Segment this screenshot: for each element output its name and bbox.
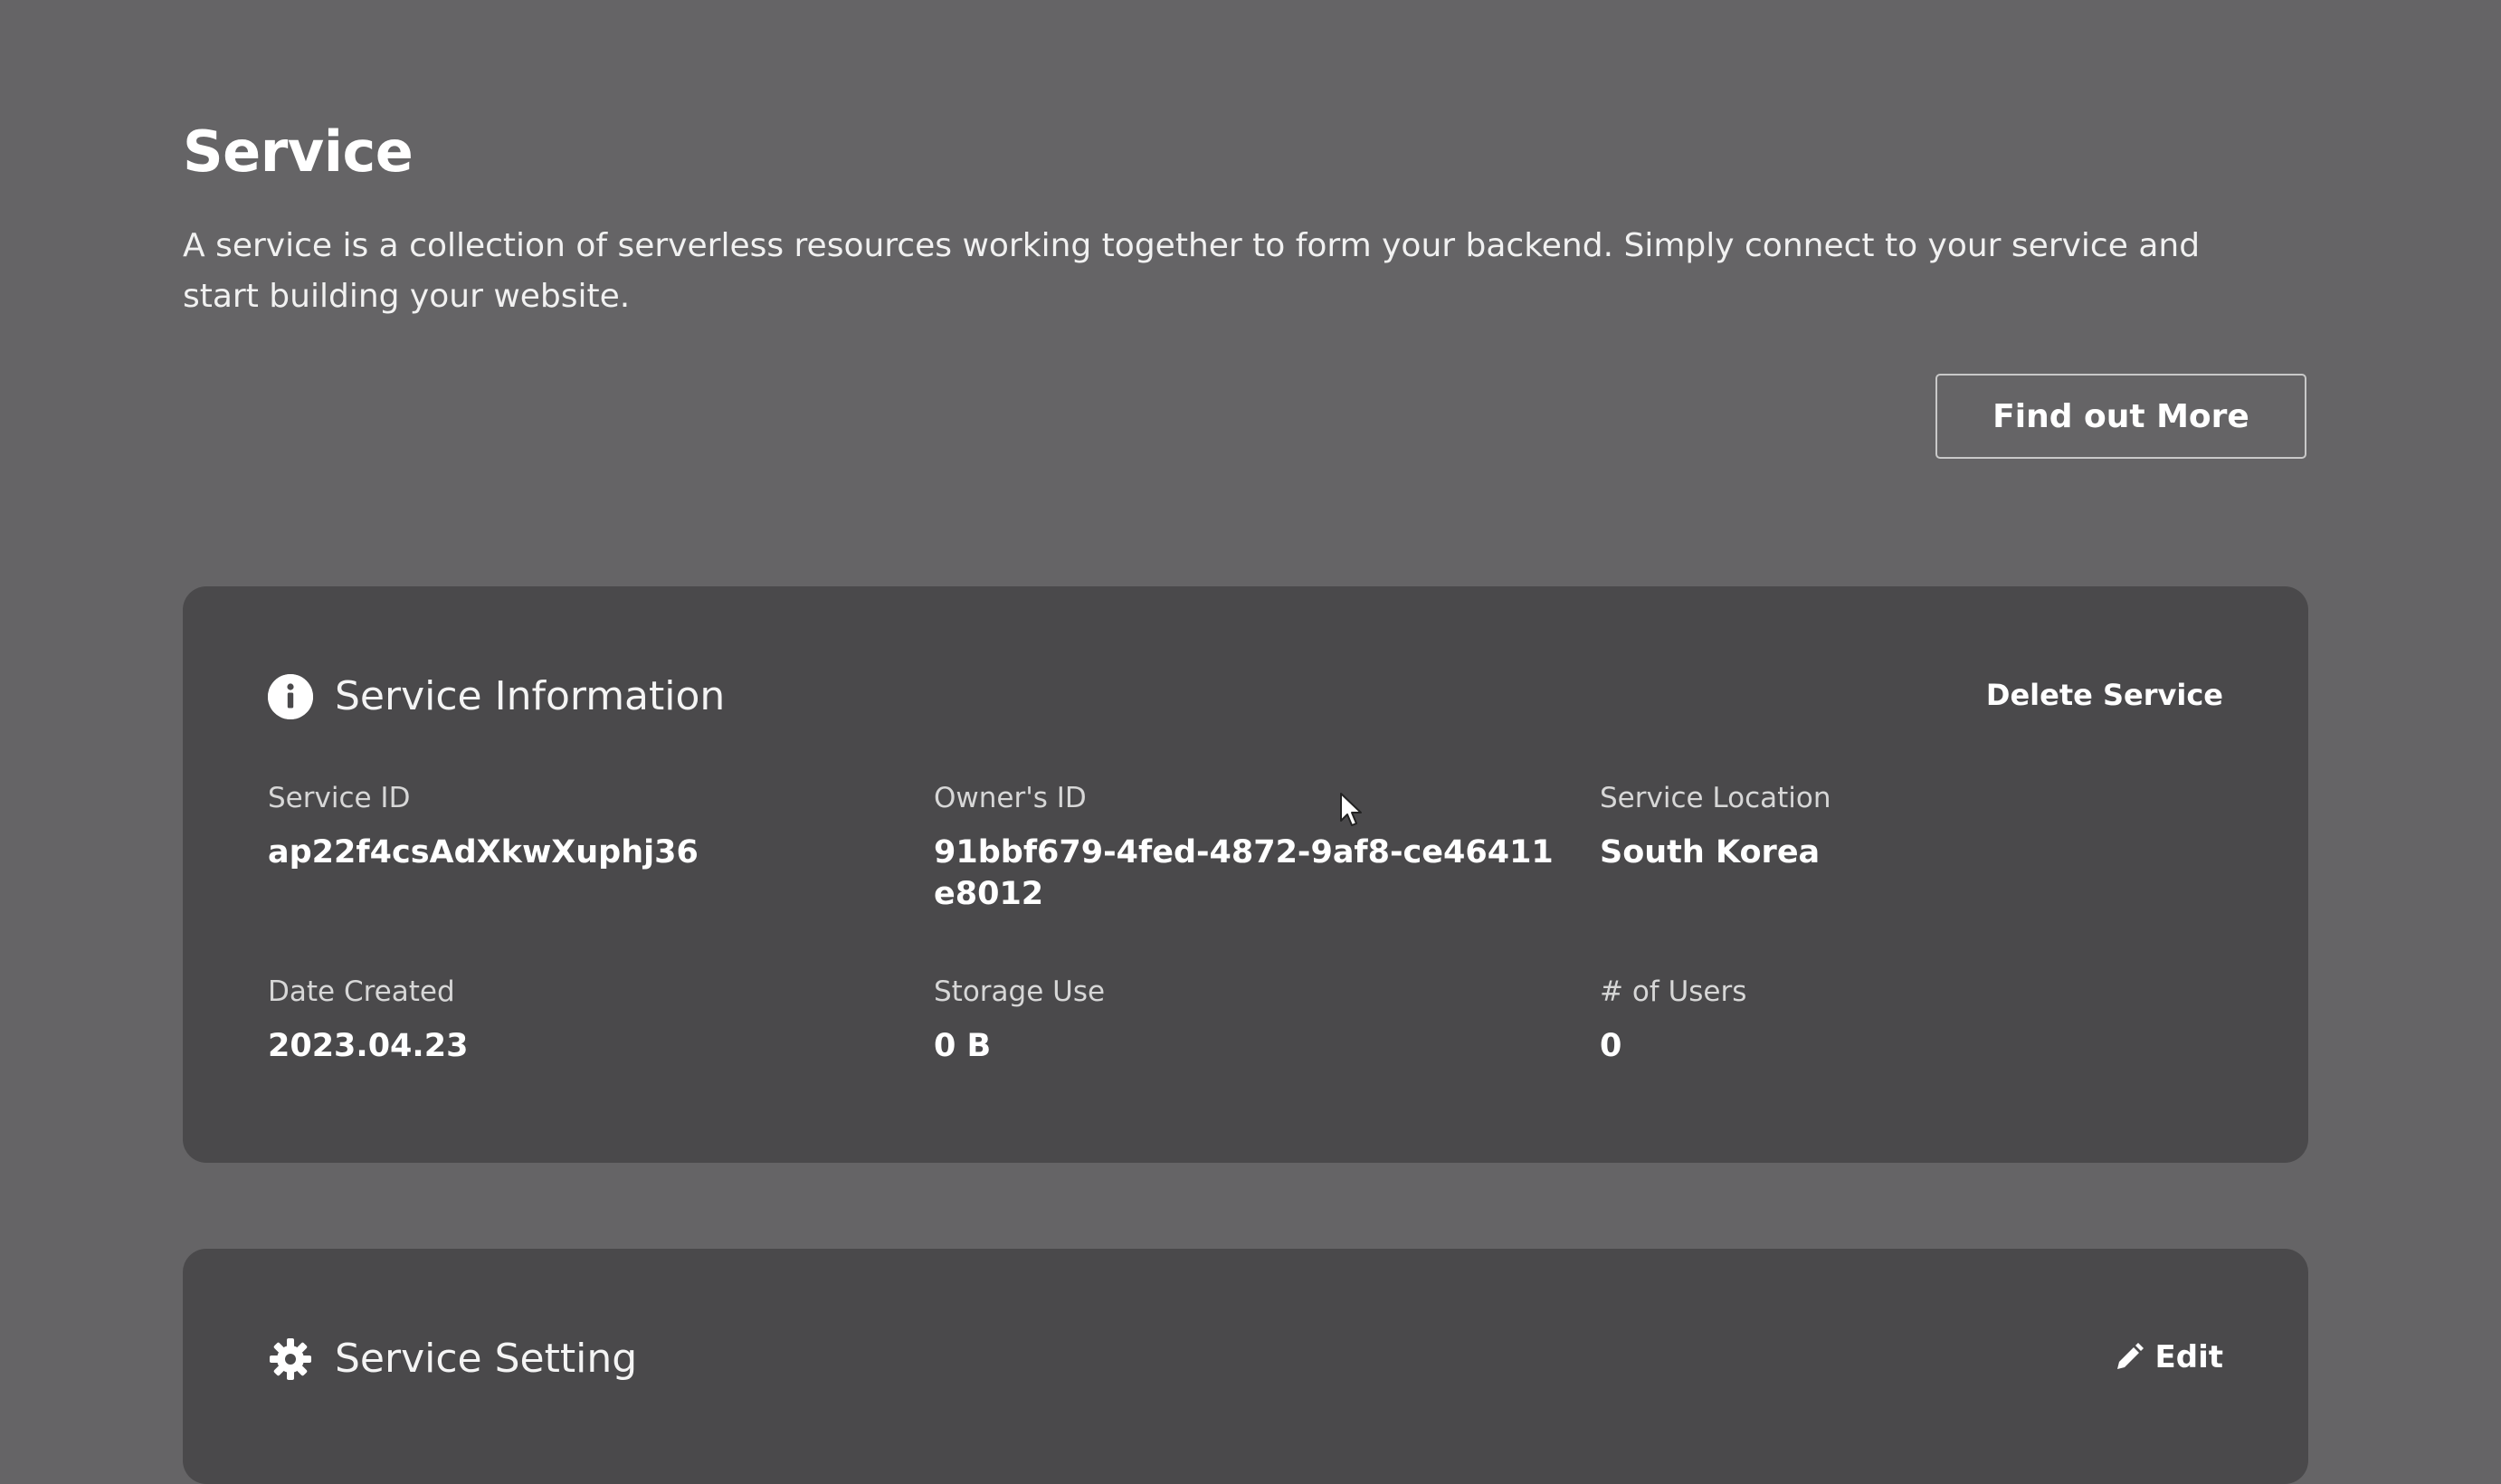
service-setting-title: Service Setting xyxy=(335,1336,638,1382)
service-setting-card: Service Setting Edit xyxy=(183,1249,2308,1484)
service-id-label: Service ID xyxy=(268,782,411,814)
service-setting-header: Service Setting xyxy=(268,1334,637,1384)
find-out-more-button[interactable]: Find out More xyxy=(1935,374,2306,459)
gear-icon xyxy=(270,1338,311,1380)
service-id-field: Service ID ap22f4csAdXkwXuphj36 xyxy=(268,779,901,873)
info-icon xyxy=(268,674,313,719)
storage-use-value: 0 B xyxy=(934,1028,992,1064)
date-created-field: Date Created 2023.04.23 xyxy=(268,973,901,1067)
mouse-cursor-icon xyxy=(1340,793,1362,826)
service-information-title: Service Information xyxy=(335,673,726,719)
delete-service-button[interactable]: Delete Service xyxy=(1986,673,2223,717)
user-count-value: 0 xyxy=(1600,1028,1622,1064)
user-count-label: # of Users xyxy=(1600,975,1747,1008)
service-id-value: ap22f4csAdXkwXuphj36 xyxy=(268,834,699,870)
owner-id-value: 91bbf679-4fed-4872-9af8-ce46411e8012 xyxy=(934,834,1554,912)
pencil-icon xyxy=(2116,1343,2144,1369)
storage-use-field: Storage Use 0 B xyxy=(934,973,1567,1067)
service-location-field: Service Location South Korea xyxy=(1600,779,2233,873)
service-location-value: South Korea xyxy=(1600,834,1821,870)
owner-id-label: Owner's ID xyxy=(934,782,1087,814)
service-information-card: Service Information Delete Service Servi… xyxy=(183,586,2308,1163)
service-information-header: Service Information xyxy=(268,671,725,722)
date-created-label: Date Created xyxy=(268,975,455,1008)
page-description: A service is a collection of serverless … xyxy=(183,227,2201,315)
date-created-value: 2023.04.23 xyxy=(268,1028,469,1064)
page-title: Service xyxy=(183,119,414,185)
edit-button[interactable]: Edit xyxy=(2114,1336,2223,1379)
service-location-label: Service Location xyxy=(1600,782,1831,814)
edit-label: Edit xyxy=(2154,1339,2223,1375)
owner-id-field: Owner's ID 91bbf679-4fed-4872-9af8-ce464… xyxy=(934,779,1558,915)
storage-use-label: Storage Use xyxy=(934,975,1106,1008)
user-count-field: # of Users 0 xyxy=(1600,973,2233,1067)
